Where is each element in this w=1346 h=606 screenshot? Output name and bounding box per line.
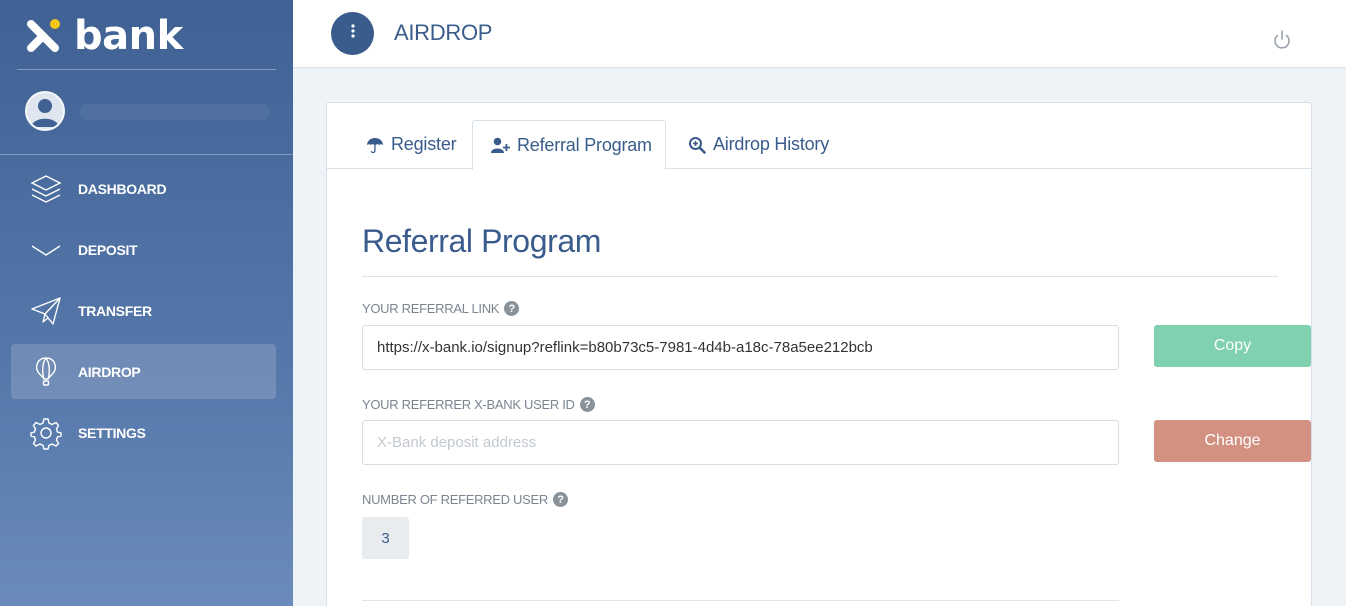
top-header: AIRDROP [293, 0, 1346, 68]
tab-label: Airdrop History [713, 134, 830, 154]
sidebar-item-label: AIRDROP [78, 363, 141, 380]
referred-count-label-text: NUMBER OF REFERRED USER [362, 492, 548, 507]
sidebar-item-label: TRANSFER [78, 302, 152, 319]
gear-icon [28, 415, 64, 451]
referred-count-label: NUMBER OF REFERRED USER ? [362, 492, 568, 507]
help-icon[interactable]: ? [504, 301, 520, 316]
referrer-id-label-text: YOUR REFERRER X-BANK USER ID [362, 397, 575, 412]
sidebar-item-airdrop[interactable]: AIRDROP [11, 344, 276, 399]
power-icon[interactable] [1270, 28, 1294, 52]
more-vertical-icon [350, 24, 356, 43]
chevron-down-icon [28, 232, 64, 268]
brand-logo[interactable]: bank [24, 14, 183, 58]
tab-label: Referral Program [517, 134, 652, 155]
tab-label: Register [391, 134, 457, 154]
copy-button[interactable]: Copy [1154, 325, 1311, 367]
sidebar-divider [0, 154, 293, 155]
search-plus-icon [687, 136, 707, 154]
referrer-id-label: YOUR REFERRER X-BANK USER ID ? [362, 397, 595, 412]
brand-name: bank [74, 13, 183, 59]
sidebar-item-label: SETTINGS [78, 424, 146, 441]
tab-referral-program[interactable]: Referral Program [472, 120, 666, 170]
user-name-redacted [80, 104, 270, 120]
tab-register[interactable]: Register [365, 120, 457, 169]
sidebar-item-deposit[interactable]: DEPOSIT [11, 222, 276, 277]
section-title: Referral Program [362, 223, 602, 259]
help-icon[interactable]: ? [552, 492, 568, 507]
main-card: Register Referral Program Airdrop Histor… [326, 102, 1312, 606]
divider [362, 600, 1119, 601]
change-button[interactable]: Change [1154, 420, 1311, 462]
page-title: AIRDROP [394, 20, 493, 45]
sidebar-item-label: DEPOSIT [78, 241, 138, 258]
sidebar-item-label: DASHBOARD [78, 180, 167, 197]
sidebar-item-dashboard[interactable]: DASHBOARD [11, 161, 276, 216]
tab-bar: Register Referral Program Airdrop Histor… [327, 120, 1311, 170]
referrer-id-input[interactable]: X-Bank deposit address [362, 420, 1119, 465]
sidebar-item-settings[interactable]: SETTINGS [11, 405, 276, 460]
sidebar-divider [17, 69, 276, 70]
x-logo-icon [24, 17, 62, 55]
avatar[interactable] [25, 91, 65, 131]
referral-link-field[interactable]: https://x-bank.io/signup?reflink=b80b73c… [362, 325, 1119, 370]
referral-link-label-text: YOUR REFERRAL LINK [362, 301, 500, 316]
tab-airdrop-history[interactable]: Airdrop History [687, 120, 829, 169]
divider [362, 276, 1278, 277]
sidebar-item-transfer[interactable]: TRANSFER [11, 283, 276, 338]
menu-button[interactable] [331, 12, 374, 55]
referred-count-value: 3 [362, 517, 409, 559]
layers-icon [28, 171, 64, 207]
balloon-icon [28, 354, 64, 390]
referral-link-label: YOUR REFERRAL LINK ? [362, 301, 520, 316]
help-icon[interactable]: ? [579, 397, 595, 412]
paper-plane-icon [28, 293, 64, 329]
sidebar: bank DASHBOARD DEPOSIT TRANSFER AIRDROP … [0, 0, 293, 606]
umbrella-icon [365, 136, 385, 154]
user-plus-icon [491, 136, 511, 154]
